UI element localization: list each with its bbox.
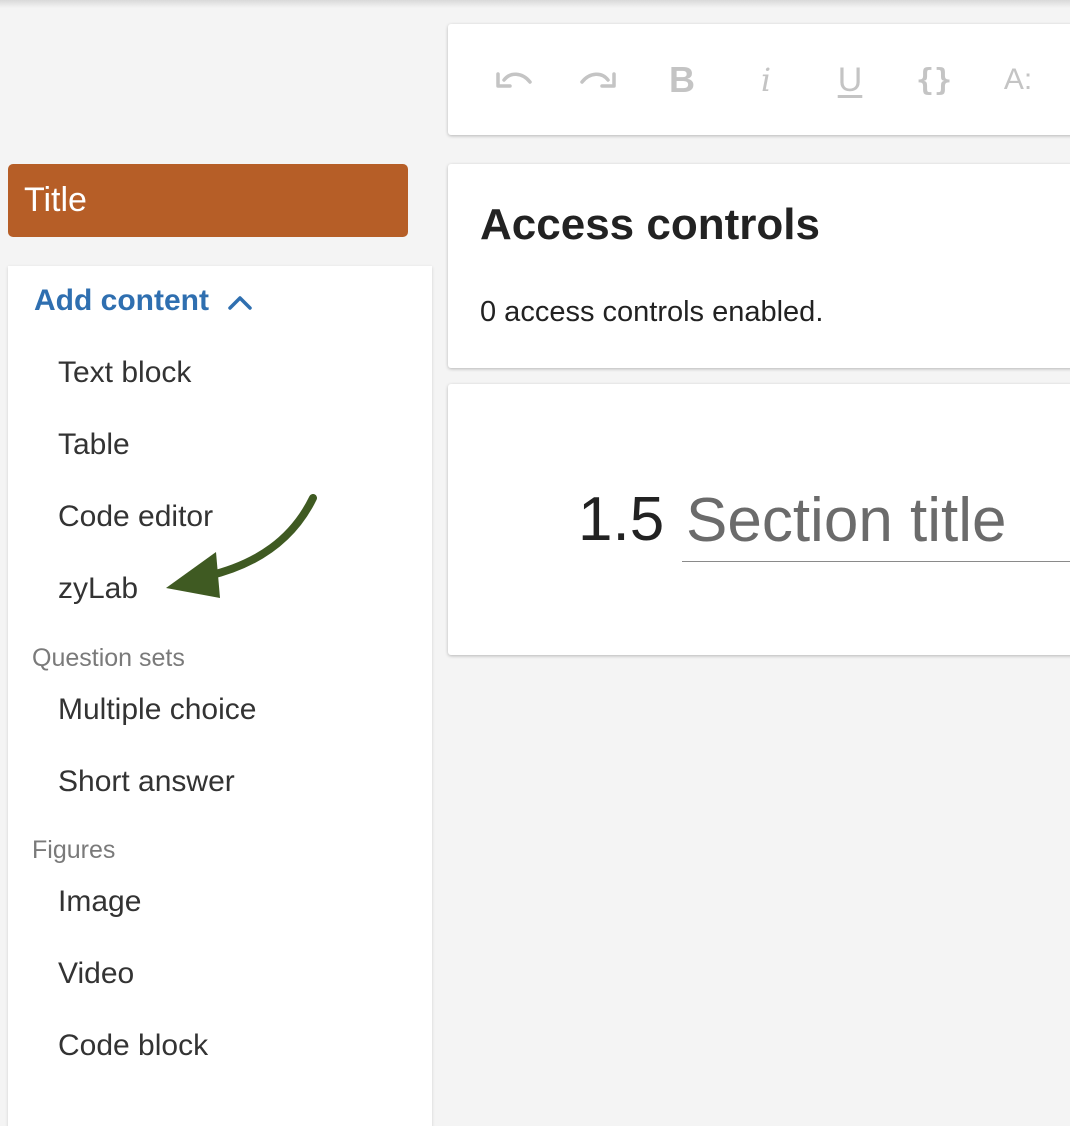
add-content-label: Add content xyxy=(34,284,209,317)
menu-item-zylab[interactable]: zyLab xyxy=(58,572,138,606)
annotation-arrow-icon xyxy=(166,494,317,598)
text-format-icon[interactable]: A: xyxy=(998,60,1038,100)
menu-item-text-block[interactable]: Text block xyxy=(58,356,191,390)
braces-glyph: {} xyxy=(915,62,953,98)
access-controls-title: Access controls xyxy=(480,200,820,249)
title-label: Title xyxy=(24,181,87,219)
italic-glyph: i xyxy=(760,61,772,99)
group-label-figures: Figures xyxy=(32,836,116,864)
section-card: 1.5 xyxy=(448,384,1070,655)
add-content-toggle[interactable]: Add content xyxy=(34,284,253,318)
menu-item-video[interactable]: Video xyxy=(58,957,134,991)
access-controls-card: Access controls 0 access controls enable… xyxy=(448,164,1070,368)
editor-toolbar: B i U {} A: xyxy=(448,24,1070,135)
menu-item-table[interactable]: Table xyxy=(58,428,130,462)
group-label-question-sets: Question sets xyxy=(32,644,185,672)
add-content-panel: Add content Text block Table Code editor… xyxy=(8,266,432,1126)
redo-icon[interactable] xyxy=(578,60,618,100)
underline-glyph: U xyxy=(837,60,863,99)
menu-item-short-answer[interactable]: Short answer xyxy=(58,765,235,799)
bold-glyph: B xyxy=(669,59,695,100)
section-title-input[interactable] xyxy=(682,480,1070,562)
access-controls-status: 0 access controls enabled. xyxy=(480,296,824,328)
menu-item-image[interactable]: Image xyxy=(58,885,141,919)
underline-icon[interactable]: U xyxy=(830,60,870,100)
title-bar[interactable]: Title xyxy=(8,164,408,237)
chevron-up-icon xyxy=(228,296,252,310)
section-number: 1.5 xyxy=(578,485,665,554)
code-braces-icon[interactable]: {} xyxy=(914,60,954,100)
menu-item-code-block[interactable]: Code block xyxy=(58,1029,208,1063)
undo-icon[interactable] xyxy=(494,60,534,100)
menu-item-multiple-choice[interactable]: Multiple choice xyxy=(58,693,256,727)
italic-icon[interactable]: i xyxy=(746,60,786,100)
format-glyph: A: xyxy=(1003,63,1033,96)
top-shadow xyxy=(0,0,1070,8)
bold-icon[interactable]: B xyxy=(662,59,702,100)
